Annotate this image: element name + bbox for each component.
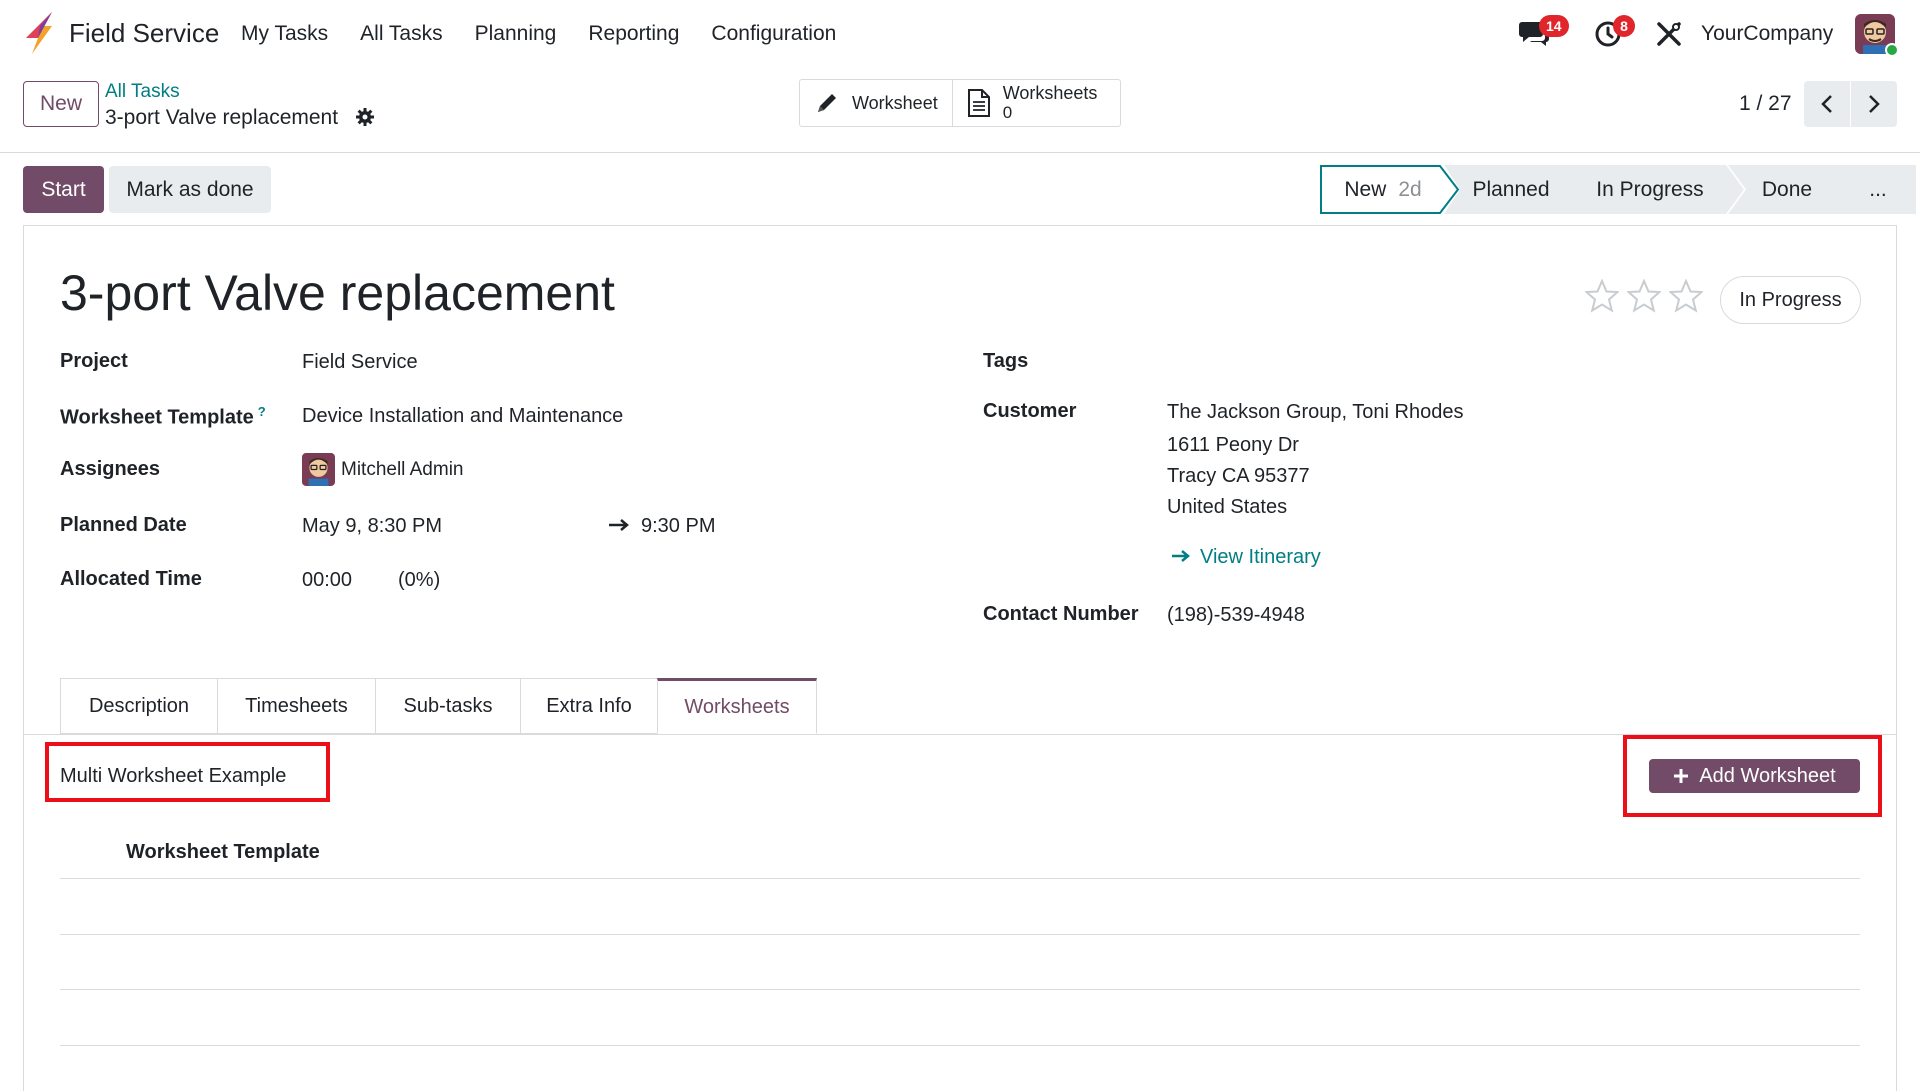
- stage-done[interactable]: Done: [1728, 165, 1860, 214]
- tab-timesheets[interactable]: Timesheets: [217, 678, 375, 734]
- main-menu: My Tasks All Tasks Planning Reporting Co…: [241, 22, 836, 46]
- table-row: [60, 878, 1860, 879]
- allocated-time-value[interactable]: 00:00: [302, 569, 352, 592]
- chevron-right-icon: [1869, 95, 1880, 113]
- star-icon[interactable]: [1627, 279, 1661, 313]
- stage-in-progress-label: In Progress: [1596, 177, 1704, 201]
- stage-more-label: ...: [1869, 177, 1887, 201]
- worksheet-template-value[interactable]: Device Installation and Maintenance: [302, 405, 623, 428]
- add-worksheet-label: Add Worksheet: [1699, 764, 1836, 787]
- tab-sub-tasks[interactable]: Sub-tasks: [375, 678, 520, 734]
- priority-stars: [1585, 279, 1703, 313]
- worksheet-smart-button[interactable]: Worksheet: [800, 80, 952, 126]
- gear-icon[interactable]: [356, 108, 374, 126]
- pager-value[interactable]: 1 / 27: [1739, 92, 1792, 116]
- contact-number-label: Contact Number: [983, 603, 1139, 625]
- customer-label: Customer: [983, 400, 1077, 422]
- contact-number-value[interactable]: (198)-539-4948: [1167, 604, 1305, 627]
- worksheet-section-label: Multi Worksheet Example: [60, 765, 287, 787]
- breadcrumb-all-tasks[interactable]: All Tasks: [105, 81, 180, 103]
- allocated-time-label: Allocated Time: [60, 568, 202, 590]
- worksheets-label: Worksheets: [1002, 83, 1098, 103]
- add-worksheet-button[interactable]: Add Worksheet: [1649, 759, 1860, 793]
- tab-extra-info[interactable]: Extra Info: [520, 678, 657, 734]
- customer-address-line1: 1611 Peony Dr: [1167, 434, 1299, 456]
- field-service-logo-icon[interactable]: [22, 12, 54, 54]
- activities-count-badge: 8: [1613, 15, 1635, 37]
- worksheet-template-label: Worksheet Template?: [60, 404, 266, 430]
- menu-my-tasks[interactable]: My Tasks: [241, 22, 328, 46]
- stage-new[interactable]: New 2d: [1320, 165, 1460, 214]
- planned-date-end[interactable]: 9:30 PM: [641, 515, 715, 538]
- pencil-icon: [818, 94, 836, 112]
- stage-planned[interactable]: Planned: [1444, 165, 1592, 214]
- project-label: Project: [60, 350, 128, 372]
- worksheets-count: 0: [1002, 103, 1013, 122]
- menu-configuration[interactable]: Configuration: [711, 22, 836, 46]
- tabs-divider: [23, 734, 1897, 735]
- worksheets-smart-button[interactable]: Worksheets 0: [951, 80, 1112, 126]
- top-navbar: Field Service My Tasks All Tasks Plannin…: [0, 0, 1920, 68]
- assignees-label: Assignees: [60, 458, 161, 480]
- pager-previous-button[interactable]: [1804, 81, 1850, 127]
- new-button[interactable]: New: [23, 81, 99, 127]
- kanban-state-button[interactable]: In Progress: [1720, 276, 1861, 324]
- app-name[interactable]: Field Service: [69, 18, 219, 49]
- help-tooltip-icon[interactable]: ?: [258, 404, 266, 419]
- stage-in-progress[interactable]: In Progress: [1570, 165, 1744, 214]
- plus-icon: [1674, 769, 1689, 783]
- planned-date-start[interactable]: May 9, 8:30 PM: [302, 515, 442, 538]
- menu-reporting[interactable]: Reporting: [588, 22, 679, 46]
- planned-date-label: Planned Date: [60, 514, 187, 536]
- table-row: [60, 934, 1860, 935]
- allocated-time-percent: (0%): [398, 569, 441, 591]
- notebook-tabs: Description Timesheets Sub-tasks Extra I…: [60, 678, 817, 734]
- table-row: [60, 1045, 1860, 1046]
- assignee-avatar: [302, 453, 335, 486]
- arrow-right-icon: [1172, 550, 1190, 562]
- breadcrumb-current-record: 3-port Valve replacement: [105, 106, 339, 129]
- start-button[interactable]: Start: [23, 166, 104, 213]
- task-title[interactable]: 3-port Valve replacement: [60, 264, 615, 322]
- mark-as-done-button[interactable]: Mark as done: [109, 166, 271, 213]
- column-header-worksheet-template: Worksheet Template: [126, 841, 320, 863]
- assignee-face-icon: [302, 453, 335, 486]
- menu-planning[interactable]: Planning: [475, 22, 557, 46]
- customer-address-line2: Tracy CA 95377: [1167, 465, 1310, 487]
- stage-planned-label: Planned: [1472, 177, 1550, 201]
- tab-description[interactable]: Description: [60, 678, 217, 734]
- project-value[interactable]: Field Service: [302, 351, 418, 374]
- online-status-dot: [1885, 43, 1899, 57]
- company-switcher[interactable]: YourCompany: [1701, 22, 1833, 46]
- table-row: [60, 989, 1860, 990]
- debug-tools-icon[interactable]: [1656, 21, 1682, 47]
- pager-next-button[interactable]: [1851, 81, 1897, 127]
- customer-address-line3: United States: [1167, 496, 1288, 518]
- star-icon[interactable]: [1585, 279, 1619, 313]
- arrow-right-icon: [609, 519, 629, 531]
- tags-label: Tags: [983, 350, 1029, 372]
- stage-new-duration: 2d: [1398, 177, 1422, 201]
- control-panel-divider: [0, 152, 1920, 153]
- chevron-left-icon: [1821, 95, 1832, 113]
- menu-all-tasks[interactable]: All Tasks: [360, 22, 442, 46]
- star-icon[interactable]: [1669, 279, 1703, 313]
- stage-done-label: Done: [1761, 177, 1813, 201]
- tab-worksheets[interactable]: Worksheets: [657, 678, 817, 734]
- view-itinerary-link[interactable]: View Itinerary: [1200, 546, 1321, 569]
- messages-count-badge: 14: [1539, 15, 1569, 37]
- worksheet-template-label-text: Worksheet Template: [60, 406, 254, 429]
- stage-more[interactable]: ...: [1840, 165, 1916, 214]
- customer-name[interactable]: The Jackson Group, Toni Rhodes: [1167, 401, 1463, 424]
- assignees-value[interactable]: Mitchell Admin: [341, 459, 464, 481]
- smart-buttons: Worksheet Worksheets 0: [799, 79, 1121, 127]
- stage-new-label: New: [1344, 177, 1387, 201]
- user-avatar[interactable]: [1855, 14, 1899, 57]
- document-icon: [967, 89, 990, 117]
- worksheet-label: Worksheet: [852, 92, 938, 113]
